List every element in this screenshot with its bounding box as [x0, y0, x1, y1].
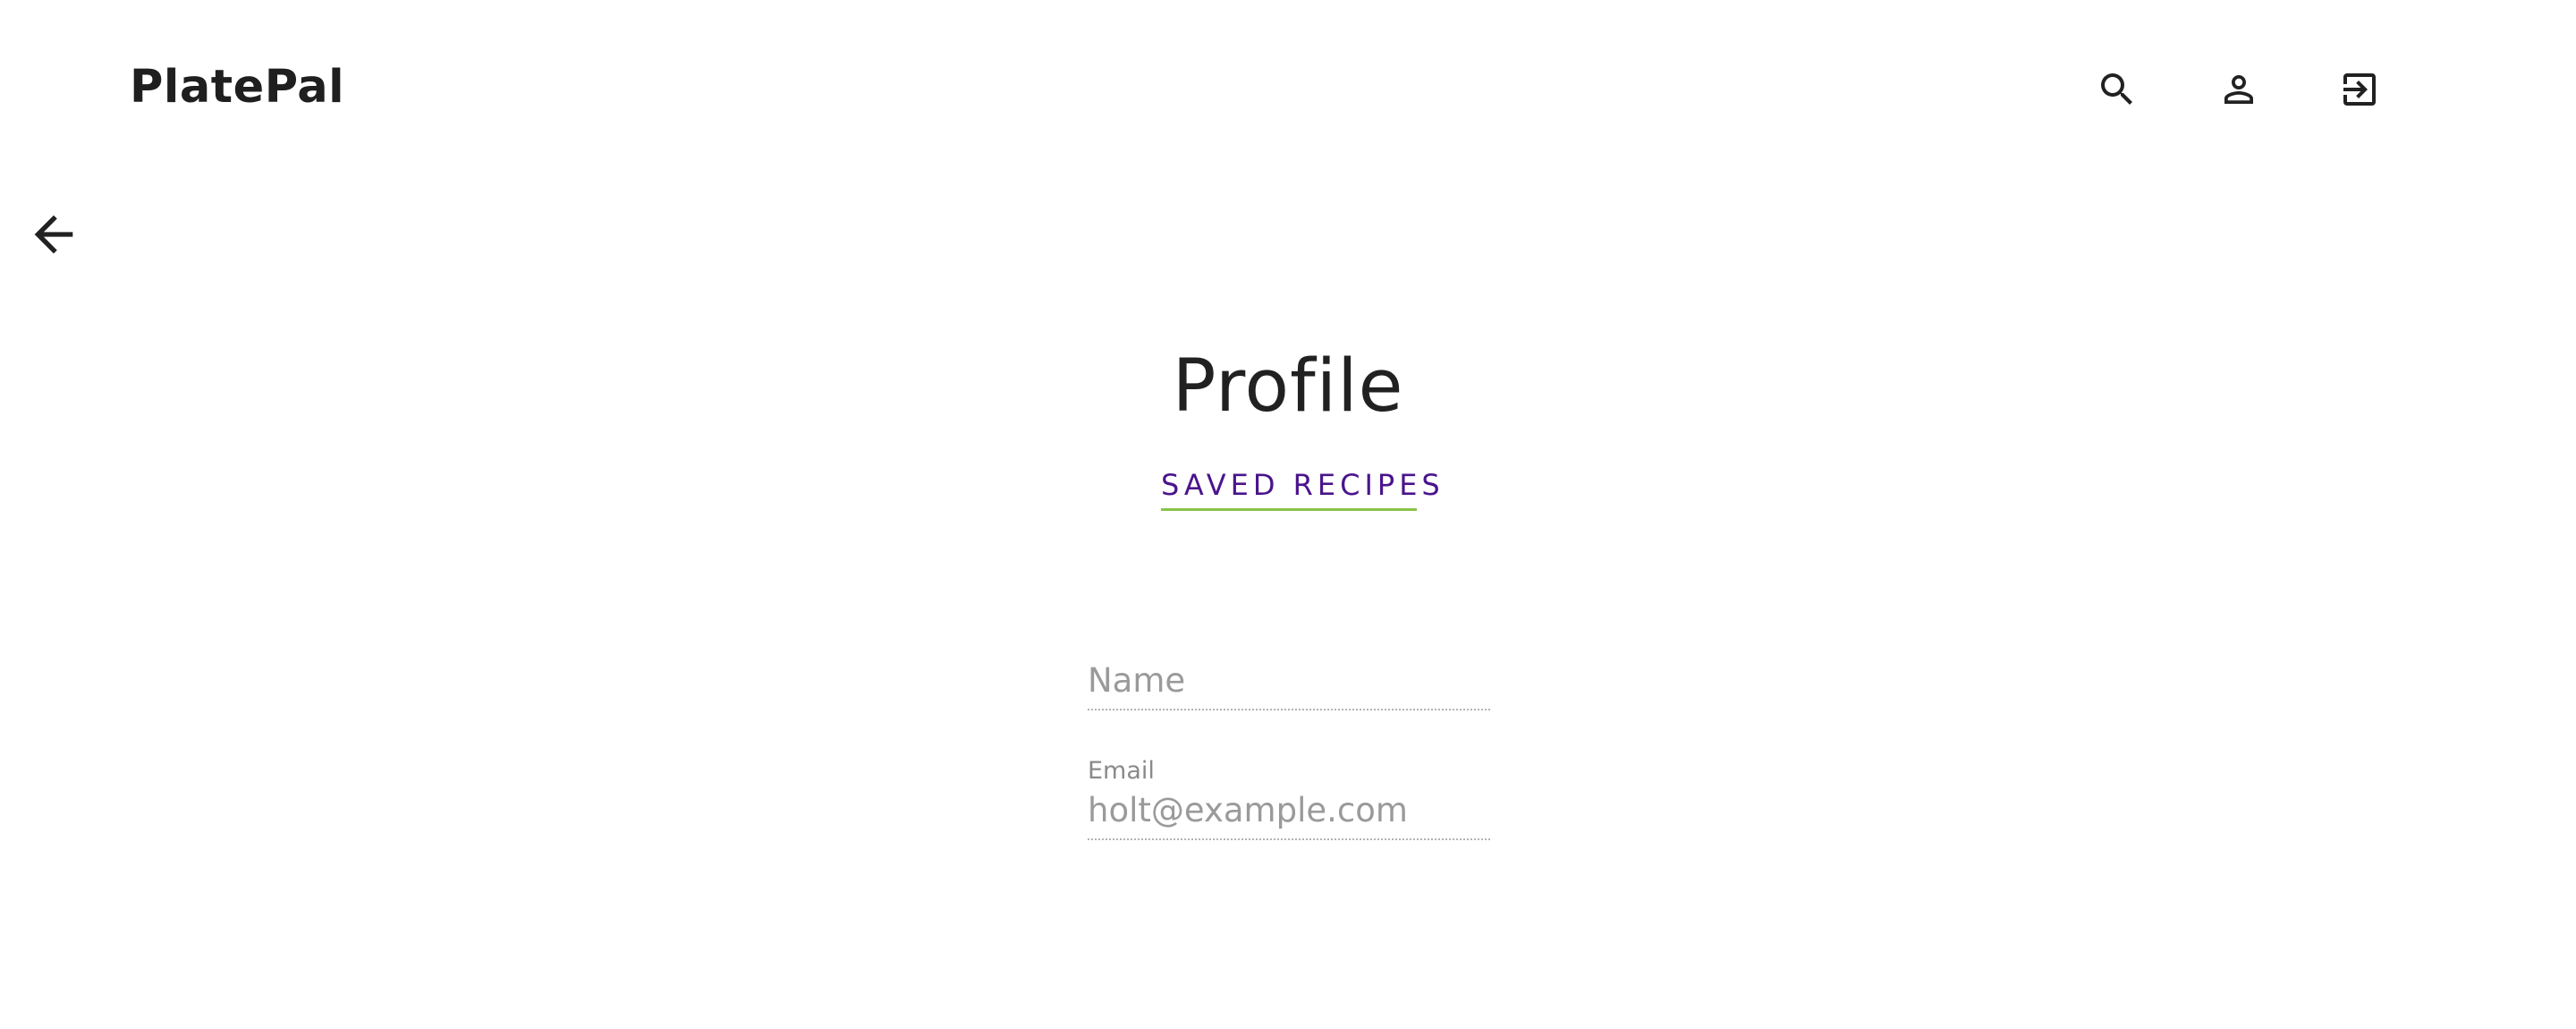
- name-field: [1088, 626, 1490, 710]
- name-label: [1088, 626, 1490, 657]
- brand-logo[interactable]: PlatePal: [130, 55, 344, 120]
- search-button[interactable]: [2081, 54, 2153, 125]
- arrow-left-icon: [34, 215, 73, 254]
- email-label: Email: [1088, 757, 1155, 785]
- page-title: Profile: [1172, 344, 1404, 429]
- email-input[interactable]: [1088, 787, 1490, 840]
- profile-button[interactable]: [2203, 54, 2275, 125]
- search-icon: [2101, 73, 2132, 105]
- logout-button[interactable]: [2324, 54, 2395, 125]
- saved-recipes-link[interactable]: SAVED RECIPES: [1161, 465, 1440, 511]
- person-icon: [2224, 75, 2253, 104]
- name-input[interactable]: [1088, 657, 1490, 710]
- back-button[interactable]: [18, 199, 89, 270]
- logout-icon: [2343, 73, 2376, 106]
- email-field: Email: [1088, 756, 1490, 840]
